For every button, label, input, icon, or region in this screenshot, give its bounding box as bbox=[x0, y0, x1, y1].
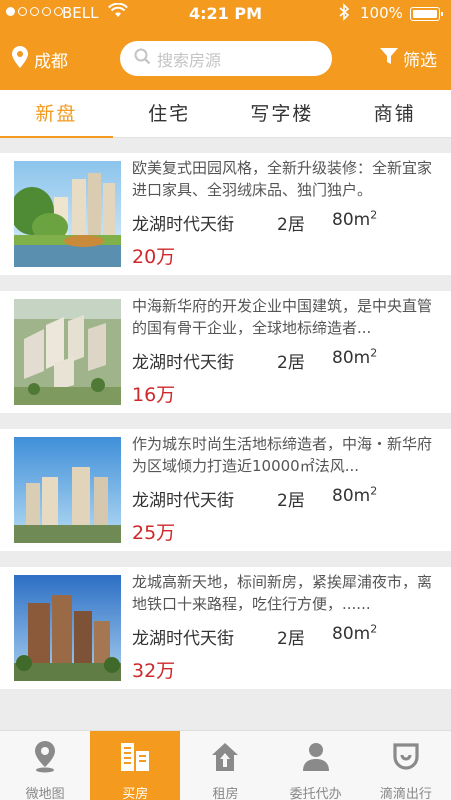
search-input[interactable]: 搜索房源 bbox=[120, 41, 332, 76]
listing-card[interactable]: 中海新华府的开发企业中国建筑，是中央直管的国有骨干企业，全球地标缔造者... 龙… bbox=[0, 291, 451, 413]
listing-card[interactable]: 作为城东时尚生活地标缔造者，中海・新华府为区域倾力打造近10000㎡法风... … bbox=[0, 429, 451, 551]
listing-name: 龙湖时代天街 bbox=[132, 491, 234, 511]
bottom-tab-didi[interactable]: 滴滴出行 bbox=[361, 731, 451, 800]
listing-meta: 龙湖时代天街 2居 80m2 bbox=[132, 484, 444, 511]
listing-list: 欧美复式田园风格，全新升级装修：全新宜家进口家具、全羽绒床品、独门独户。 龙湖时… bbox=[0, 153, 451, 705]
category-tabs: 新盘 住宅 写字楼 商铺 bbox=[0, 90, 451, 138]
search-icon bbox=[134, 48, 151, 69]
top-nav: 成都 搜索房源 筛选 bbox=[0, 28, 451, 90]
bottom-tab-label: 滴滴出行 bbox=[379, 787, 432, 800]
listing-area: 80m2 bbox=[332, 346, 378, 368]
listing-area: 80m2 bbox=[332, 622, 378, 644]
listing-price: 32万 bbox=[132, 660, 176, 682]
person-icon bbox=[301, 741, 331, 777]
buildings-icon bbox=[120, 741, 150, 777]
listing-area: 80m2 bbox=[332, 208, 378, 230]
bottom-tab-rent[interactable]: 租房 bbox=[180, 731, 270, 800]
bottom-tab-label: 委托代办 bbox=[289, 787, 342, 800]
battery-percent: 100% bbox=[360, 4, 403, 22]
city-label: 成都 bbox=[34, 52, 68, 72]
listing-description: 作为城东时尚生活地标缔造者，中海・新华府为区域倾力打造近10000㎡法风... bbox=[132, 435, 433, 475]
listing-price: 25万 bbox=[132, 522, 176, 544]
location-pin-icon bbox=[12, 46, 28, 73]
listing-card[interactable]: 欧美复式田园风格，全新升级装修：全新宜家进口家具、全羽绒床品、独门独户。 龙湖时… bbox=[0, 153, 451, 275]
tab-residential[interactable]: 住宅 bbox=[113, 90, 226, 137]
bottom-tab-delegate[interactable]: 委托代办 bbox=[271, 731, 361, 800]
listing-name: 龙湖时代天街 bbox=[132, 215, 234, 235]
listing-price: 20万 bbox=[132, 246, 176, 268]
bottom-tab-map[interactable]: 微地图 bbox=[0, 731, 90, 800]
listing-card[interactable]: 龙城高新天地，标间新房，紧挨犀浦夜市，离地铁口十来路程，吃住行方便，......… bbox=[0, 567, 451, 689]
tab-new-homes[interactable]: 新盘 bbox=[0, 90, 113, 138]
listing-photo bbox=[14, 575, 121, 681]
bottom-tab-bar: 微地图 买房 租房 委托代办 滴滴出行 bbox=[0, 730, 451, 800]
listing-description: 中海新华府的开发企业中国建筑，是中央直管的国有骨干企业，全球地标缔造者... bbox=[132, 297, 433, 337]
listing-description: 欧美复式田园风格，全新升级装修：全新宜家进口家具、全羽绒床品、独门独户。 bbox=[132, 159, 433, 199]
search-placeholder: 搜索房源 bbox=[157, 50, 222, 70]
bottom-tab-label: 买房 bbox=[122, 787, 149, 800]
listing-rooms: 2居 bbox=[277, 629, 305, 649]
filter-button[interactable]: 筛选 bbox=[380, 46, 437, 71]
listing-rooms: 2居 bbox=[277, 215, 305, 235]
listing-rooms: 2居 bbox=[277, 353, 305, 373]
listing-photo bbox=[14, 437, 121, 543]
status-bar: BELL 4:21 PM 100% bbox=[0, 0, 451, 28]
listing-meta: 龙湖时代天街 2居 80m2 bbox=[132, 208, 444, 235]
listing-meta: 龙湖时代天街 2居 80m2 bbox=[132, 622, 444, 649]
listing-name: 龙湖时代天街 bbox=[132, 353, 234, 373]
app-header: BELL 4:21 PM 100% 成都 搜索房源 筛选 bbox=[0, 0, 451, 90]
bottom-tab-label: 微地图 bbox=[25, 787, 65, 800]
listing-photo bbox=[14, 299, 121, 405]
listing-area: 80m2 bbox=[332, 484, 378, 506]
battery-icon bbox=[410, 7, 443, 21]
bluetooth-icon bbox=[338, 3, 350, 25]
listing-photo bbox=[14, 161, 121, 267]
house-up-icon bbox=[210, 741, 240, 777]
city-selector[interactable]: 成都 bbox=[12, 46, 68, 73]
funnel-icon bbox=[380, 47, 398, 70]
tab-shops[interactable]: 商铺 bbox=[338, 90, 451, 137]
listing-price: 16万 bbox=[132, 384, 176, 406]
bottom-tab-buy[interactable]: 买房 bbox=[90, 731, 181, 800]
listing-name: 龙湖时代天街 bbox=[132, 629, 234, 649]
filter-label: 筛选 bbox=[403, 51, 437, 71]
listing-meta: 龙湖时代天街 2居 80m2 bbox=[132, 346, 444, 373]
bottom-tab-label: 租房 bbox=[212, 787, 239, 800]
listing-rooms: 2居 bbox=[277, 491, 305, 511]
listing-description: 龙城高新天地，标间新房，紧挨犀浦夜市，离地铁口十来路程，吃住行方便，...... bbox=[132, 573, 433, 613]
tab-office[interactable]: 写字楼 bbox=[226, 90, 339, 137]
map-pin-icon bbox=[34, 741, 56, 777]
didi-icon bbox=[391, 741, 421, 777]
